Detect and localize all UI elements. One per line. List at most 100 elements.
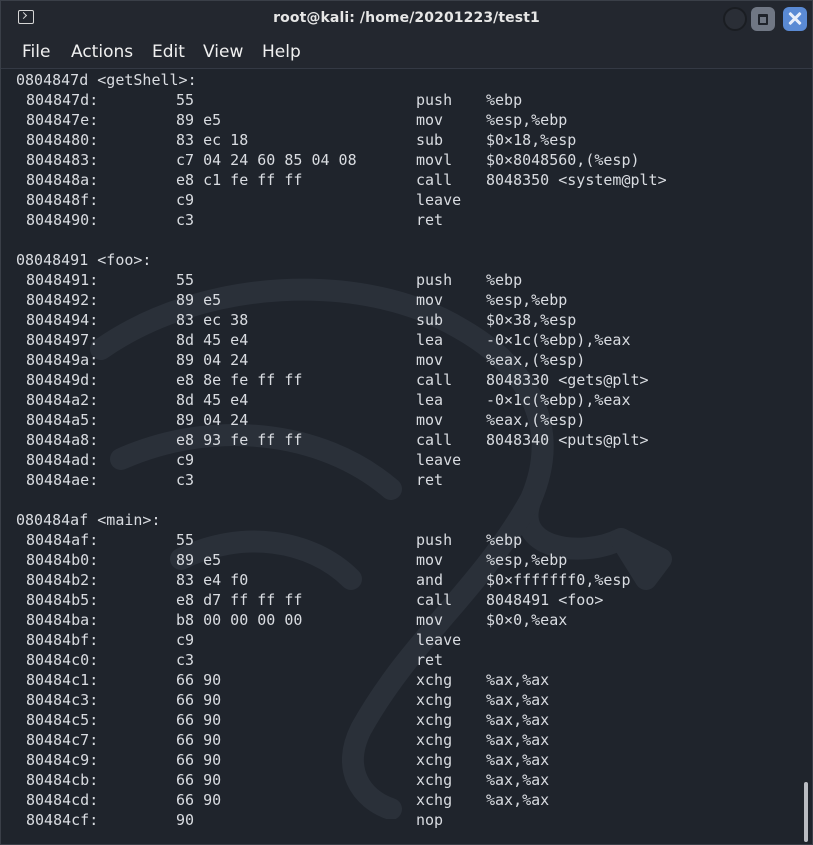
maximize-button[interactable] (751, 7, 775, 31)
operands: $0×18,%esp (486, 131, 577, 149)
mnemonic: xchg (416, 711, 453, 729)
opcode-bytes: c3 (176, 211, 195, 229)
opcode-bytes: 89 04 24 (176, 411, 249, 429)
address: 804847d: (26, 91, 99, 109)
mnemonic: sub (416, 131, 444, 149)
address: 80484ad: (26, 451, 99, 469)
address: 80484c7: (26, 731, 99, 749)
opcode-bytes: 89 e5 (176, 111, 222, 129)
mnemonic: mov (416, 411, 444, 429)
mnemonic: push (416, 91, 453, 109)
address: 804848f: (26, 191, 99, 209)
mnemonic: call (416, 171, 453, 189)
address: 80484cd: (26, 791, 99, 809)
mnemonic: mov (416, 611, 444, 629)
operands: %esp,%ebp (486, 111, 568, 129)
operands: 8048350 <system@plt> (486, 171, 667, 189)
address: 8048480: (26, 131, 99, 149)
mnemonic: xchg (416, 731, 453, 749)
opcode-bytes: 89 e5 (176, 291, 222, 309)
address: 80484bf: (26, 631, 99, 649)
mnemonic: xchg (416, 771, 453, 789)
mnemonic: mov (416, 351, 444, 369)
mnemonic: ret (416, 471, 444, 489)
address: 80484ba: (26, 611, 99, 629)
mnemonic: call (416, 431, 453, 449)
title-bar[interactable]: root@kali: /home/20201223/test1 (1, 1, 812, 36)
opcode-bytes: 89 e5 (176, 551, 222, 569)
operands: %esp,%ebp (486, 551, 568, 569)
terminal-output[interactable]: 0804847d <getShell>: 804847d: 55 push %ebp 80… (1, 69, 812, 844)
address: 80484b5: (26, 591, 99, 609)
mnemonic: mov (416, 291, 444, 309)
mnemonic: push (416, 531, 453, 549)
operands: -0×1c(%ebp),%eax (486, 391, 631, 409)
address: 8048490: (26, 211, 99, 229)
operands: %ax,%ax (486, 771, 550, 789)
operands: %ax,%ax (486, 691, 550, 709)
address: 80484c3: (26, 691, 99, 709)
address: 8048492: (26, 291, 99, 309)
operands: -0×1c(%ebp),%eax (486, 331, 631, 349)
mnemonic: movl (416, 151, 453, 169)
mnemonic: xchg (416, 751, 453, 769)
opcode-bytes: 55 (176, 91, 195, 109)
operands: $0×38,%esp (486, 311, 577, 329)
address: 80484c5: (26, 711, 99, 729)
mnemonic: ret (416, 211, 444, 229)
opcode-bytes: 83 ec 18 (176, 131, 249, 149)
minimize-button[interactable] (723, 7, 747, 31)
menu-view[interactable]: View (203, 42, 243, 62)
close-button[interactable] (783, 7, 807, 31)
address: 80484af: (26, 531, 99, 549)
opcode-bytes: c3 (176, 651, 195, 669)
opcode-bytes: 83 ec 38 (176, 311, 249, 329)
opcode-bytes: 66 90 (176, 671, 222, 689)
window-title: root@kali: /home/20201223/test1 (273, 10, 540, 26)
address: 80484cb: (26, 771, 99, 789)
scrollbar[interactable] (804, 782, 808, 842)
opcode-bytes: 66 90 (176, 751, 222, 769)
operands: 8048330 <gets@plt> (486, 371, 649, 389)
operands: %ax,%ax (486, 671, 550, 689)
address: 80484c0: (26, 651, 99, 669)
mnemonic: leave (416, 631, 462, 649)
address: 80484c1: (26, 671, 99, 689)
opcode-bytes: c9 (176, 191, 195, 209)
mnemonic: call (416, 371, 453, 389)
address: 80484c9: (26, 751, 99, 769)
operands: %ebp (486, 91, 523, 109)
mnemonic: ret (416, 651, 444, 669)
opcode-bytes: 8d 45 e4 (176, 391, 249, 409)
mnemonic: xchg (416, 691, 453, 709)
opcode-bytes: b8 00 00 00 00 (176, 611, 303, 629)
mnemonic: leave (416, 451, 462, 469)
opcode-bytes: 55 (176, 271, 195, 289)
menu-edit[interactable]: Edit (152, 42, 185, 62)
opcode-bytes: 66 90 (176, 731, 222, 749)
opcode-bytes: 66 90 (176, 771, 222, 789)
address: 80484b2: (26, 571, 99, 589)
operands: %ax,%ax (486, 751, 550, 769)
address: 80484a5: (26, 411, 99, 429)
menu-file[interactable]: File (22, 42, 50, 62)
address: 80484ae: (26, 471, 99, 489)
operands: $0×fffffff0,%esp (486, 571, 631, 589)
terminal-window: root@kali: /home/20201223/test1 File Act… (0, 0, 813, 845)
operands: %eax,(%esp) (486, 351, 586, 369)
address: 80484a2: (26, 391, 99, 409)
address: 8048491: (26, 271, 99, 289)
operands: 8048340 <puts@plt> (486, 431, 649, 449)
opcode-bytes: c9 (176, 631, 195, 649)
operands: %ax,%ax (486, 791, 550, 809)
menu-actions[interactable]: Actions (71, 42, 133, 62)
mnemonic: xchg (416, 791, 453, 809)
mnemonic: mov (416, 551, 444, 569)
operands: 8048491 <foo> (486, 591, 604, 609)
mnemonic: sub (416, 311, 444, 329)
menu-help[interactable]: Help (262, 42, 301, 62)
operands: $0×0,%eax (486, 611, 568, 629)
address: 804847e: (26, 111, 99, 129)
mnemonic: mov (416, 111, 444, 129)
opcode-bytes: 89 04 24 (176, 351, 249, 369)
